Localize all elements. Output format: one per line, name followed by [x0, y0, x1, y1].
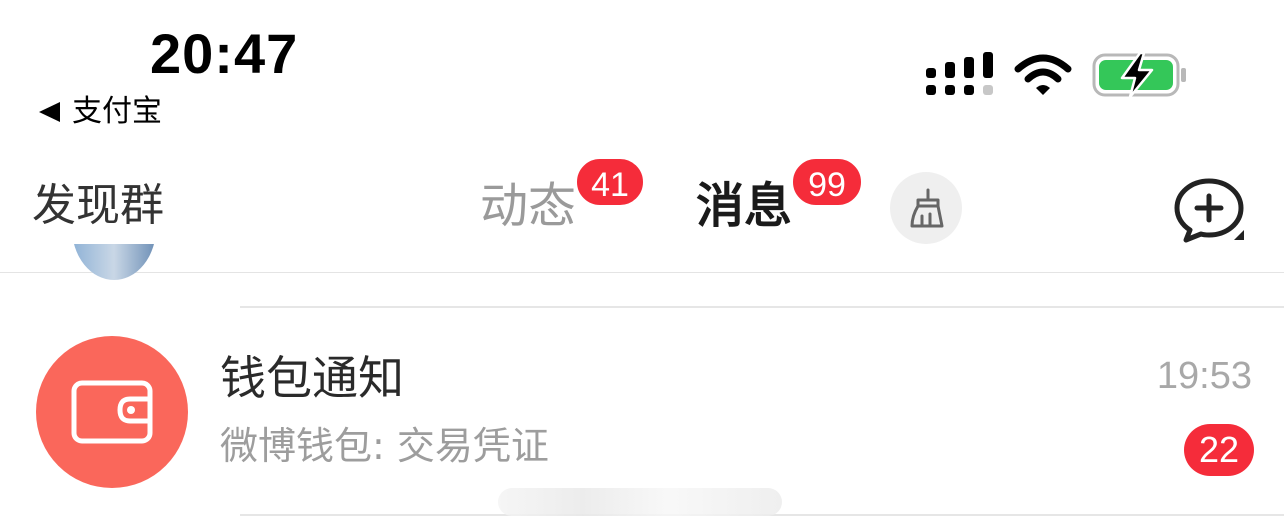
broom-icon [910, 188, 944, 228]
list-item[interactable]: 钱包通知 微博钱包: 交易凭证 19:53 22 [0, 310, 1284, 514]
battery-charging-icon [1092, 51, 1186, 99]
unread-count-badge: 22 [1184, 424, 1254, 476]
tab-messages[interactable]: 消息 [696, 176, 792, 236]
discover-groups-link[interactable]: 发现群 [32, 176, 164, 236]
wallet-icon [71, 380, 153, 444]
tab-dynamic[interactable]: 动态 [480, 176, 576, 236]
list-divider [240, 306, 1284, 308]
back-to-app-link[interactable]: 支付宝 [36, 92, 162, 132]
status-icons [926, 50, 1188, 100]
previous-item-avatar[interactable] [72, 244, 156, 282]
new-chat-button[interactable] [1172, 176, 1246, 244]
nav-bar: 发现群 动态 41 消息 99 [0, 150, 1284, 272]
back-app-label: 支付宝 [72, 94, 162, 129]
message-title: 钱包通知 [220, 351, 404, 405]
wifi-icon [1014, 54, 1072, 95]
dynamic-badge: 41 [574, 156, 646, 208]
nav-divider [0, 272, 1284, 273]
messages-badge: 99 [790, 156, 864, 208]
scroll-indicator [498, 488, 782, 516]
chat-plus-icon [1174, 178, 1244, 243]
status-time: 20:47 [150, 22, 299, 85]
wallet-notification-avatar [36, 336, 188, 488]
message-time: 19:53 [1156, 355, 1252, 397]
back-triangle-icon [39, 102, 60, 122]
clear-unread-button[interactable] [890, 172, 962, 244]
signal-icon [926, 52, 993, 95]
message-preview: 微博钱包: 交易凭证 [220, 424, 549, 468]
